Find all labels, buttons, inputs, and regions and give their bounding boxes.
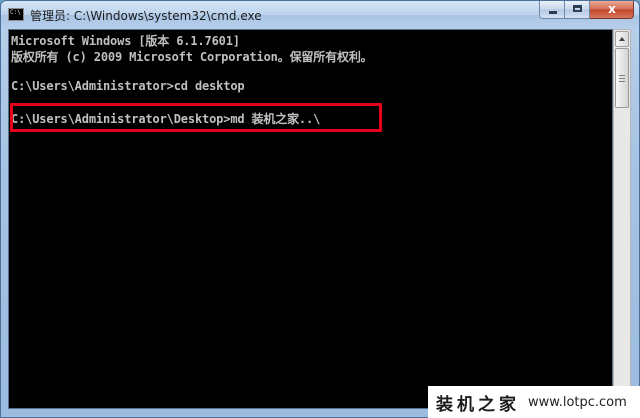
cmd-app-icon[interactable] xyxy=(8,8,24,21)
console-line-copyright: 版权所有 (c) 2009 Microsoft Corporation。保留所有… xyxy=(11,50,373,64)
console-line-version: Microsoft Windows [版本 6.1.7601] xyxy=(11,34,240,48)
vertical-scrollbar[interactable] xyxy=(613,29,631,409)
close-icon: x xyxy=(608,2,616,16)
cmd-window: 管理员: C:\Windows\system32\cmd.exe x Micro… xyxy=(0,0,640,418)
console-output[interactable]: Microsoft Windows [版本 6.1.7601] 版权所有 (c)… xyxy=(8,29,613,409)
close-button[interactable]: x xyxy=(590,1,634,19)
scroll-up-button[interactable] xyxy=(615,31,629,47)
console-line-cd-command: C:\Users\Administrator>cd desktop xyxy=(11,79,245,93)
minimize-icon xyxy=(549,11,557,14)
maximize-icon xyxy=(573,5,582,12)
window-title: 管理员: C:\Windows\system32\cmd.exe xyxy=(30,9,262,23)
watermark-brand: 装机之家 xyxy=(436,394,520,415)
highlight-box xyxy=(10,103,382,132)
thumb-grip-icon xyxy=(619,75,625,82)
minimize-button[interactable] xyxy=(539,1,565,19)
scroll-up-arrow-icon xyxy=(619,37,625,41)
watermark-url: www.lotpc.com xyxy=(528,394,627,410)
title-bar[interactable]: 管理员: C:\Windows\system32\cmd.exe x xyxy=(1,1,639,29)
watermark: 装机之家 www.lotpc.com xyxy=(428,386,640,418)
caption-buttons: x xyxy=(539,1,634,20)
maximize-button[interactable] xyxy=(565,1,590,19)
scroll-thumb[interactable] xyxy=(615,48,629,108)
